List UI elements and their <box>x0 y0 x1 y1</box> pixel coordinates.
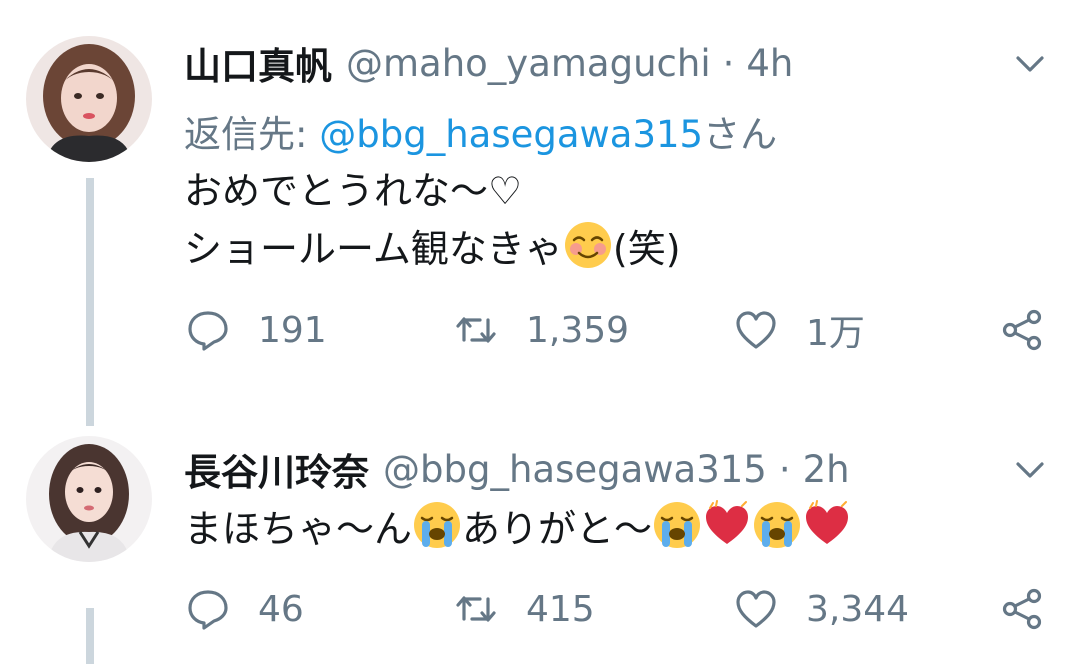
loudly-crying-face-icon <box>652 500 702 550</box>
loudly-crying-face-icon <box>752 500 802 550</box>
like-count: 3,344 <box>806 588 910 630</box>
tweet[interactable]: 山口真帆 @maho_yamaguchi · 4h 返信先: @bbg_hase… <box>0 0 1069 430</box>
more-options-button[interactable] <box>1013 452 1047 486</box>
user-handle[interactable]: @maho_yamaguchi <box>346 42 711 85</box>
reply-count: 46 <box>258 588 304 630</box>
like-button[interactable]: 3,344 <box>734 584 909 634</box>
reply-mention-link[interactable]: @bbg_hasegawa315 <box>319 113 703 156</box>
smiling-face-icon <box>563 220 613 270</box>
heart-icon <box>736 590 776 628</box>
like-button[interactable]: 1万 <box>734 305 865 355</box>
tweet-header: 長谷川玲奈 @bbg_hasegawa315 · 2h <box>184 442 850 496</box>
red-heart-icon <box>702 500 752 550</box>
tweet-text-segment: まほちゃ〜ん <box>184 507 413 551</box>
tweet-text: おめでとうれな〜♡ ショールーム観なきゃ (笑) <box>184 162 681 278</box>
tweet-text-line: ショールーム観なきゃ (笑) <box>184 220 681 278</box>
share-icon <box>1002 309 1042 351</box>
retweet-button[interactable]: 415 <box>454 584 595 634</box>
reply-suffix: さん <box>703 113 778 156</box>
red-heart-icon <box>802 500 852 550</box>
share-button[interactable] <box>1000 584 1044 634</box>
tweet-header: 山口真帆 @maho_yamaguchi · 4h <box>184 36 793 90</box>
avatar-photo-icon <box>26 436 152 562</box>
avatar[interactable] <box>26 436 152 562</box>
tweet-text-segment: ショールーム観なきゃ <box>184 227 563 271</box>
more-options-button[interactable] <box>1013 46 1047 80</box>
heart-icon <box>736 311 776 349</box>
tweet-text-line: おめでとうれな〜♡ <box>184 169 523 213</box>
avatar[interactable] <box>26 36 152 162</box>
action-bar: 46 415 3,344 <box>186 584 1052 634</box>
retweet-icon <box>456 317 496 343</box>
retweet-count: 1,359 <box>526 309 630 351</box>
reply-button[interactable]: 191 <box>186 305 327 355</box>
reply-icon <box>188 311 228 351</box>
display-name[interactable]: 長谷川玲奈 <box>184 442 369 496</box>
tweet-text: まほちゃ〜ん ありがと〜 <box>184 500 852 558</box>
thread-line <box>86 178 94 426</box>
tweet[interactable]: 長谷川玲奈 @bbg_hasegawa315 · 2h まほちゃ〜ん ありがと〜 … <box>0 430 1069 664</box>
reply-context: 返信先: @bbg_hasegawa315さん <box>184 104 777 158</box>
retweet-count: 415 <box>526 588 595 630</box>
thread-line <box>86 608 94 664</box>
loudly-crying-face-icon <box>412 500 462 550</box>
chevron-down-icon <box>1016 56 1044 72</box>
avatar-photo-icon <box>26 36 152 162</box>
tweet-text-segment: (笑) <box>612 227 681 271</box>
retweet-button[interactable]: 1,359 <box>454 305 629 355</box>
reply-button[interactable]: 46 <box>186 584 304 634</box>
like-count: 1万 <box>806 313 865 354</box>
display-name[interactable]: 山口真帆 <box>184 36 332 90</box>
retweet-icon <box>456 596 496 622</box>
share-icon <box>1002 588 1042 630</box>
reply-icon <box>188 590 228 630</box>
action-bar: 191 1,359 1万 <box>186 305 1052 355</box>
chevron-down-icon <box>1016 462 1044 478</box>
share-button[interactable] <box>1000 305 1044 355</box>
user-handle[interactable]: @bbg_hasegawa315 <box>383 448 767 491</box>
tweet-text-segment: ありがと〜 <box>462 507 653 551</box>
timestamp[interactable]: 4h <box>746 42 793 85</box>
separator-dot: · <box>722 41 735 85</box>
timestamp[interactable]: 2h <box>803 448 850 491</box>
reply-prefix: 返信先: <box>184 113 320 156</box>
reply-count: 191 <box>258 309 327 351</box>
separator-dot: · <box>778 447 791 491</box>
